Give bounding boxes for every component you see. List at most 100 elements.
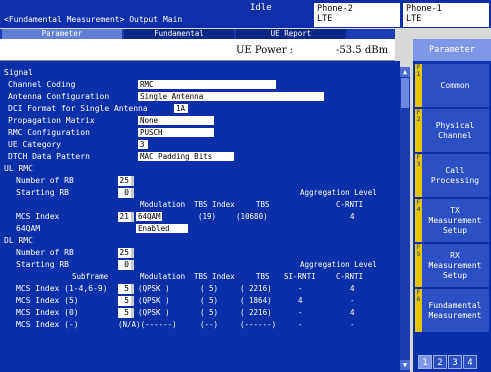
f6-label: Fundamental Measurement [428, 300, 482, 320]
ul-aggregation-label: Aggregation Level [300, 188, 377, 197]
dl-mcs-row-tbs-index: ( 5) [200, 308, 219, 317]
dl-mcs-row-modulation: (QPSK ) [138, 296, 170, 305]
f6-key-tab: F 6 [415, 289, 422, 332]
f4-tx-measurement-button[interactable]: F 4 TX Measurement Setup [415, 199, 489, 242]
scrollbar-thumb[interactable] [401, 78, 409, 108]
ul-mcs-index-label: MCS Index [16, 212, 60, 221]
tab-fundamental[interactable]: Fundamental [124, 29, 234, 39]
ue-category-field[interactable]: 3 [138, 140, 148, 149]
ul-col-tbs: TBS [256, 200, 270, 209]
ul-col-modulation: Modulation [140, 200, 186, 209]
f5-rx-measurement-button[interactable]: F 5 RX Measurement Setup [415, 244, 489, 287]
dl-num-rb-label: Number of RB [16, 248, 74, 257]
ue-power-label: UE Power : [236, 45, 294, 56]
f6-fundamental-measurement-button[interactable]: F 6 Fundamental Measurement [415, 289, 489, 332]
page-4-button[interactable]: 4 [463, 355, 477, 369]
ul-tbs-index-value: (19) [198, 212, 217, 221]
signal-header: Signal [4, 68, 33, 77]
dl-aggregation-label: Aggregation Level [300, 260, 377, 269]
page-1-button[interactable]: 1 [418, 355, 432, 369]
vertical-scrollbar[interactable] [400, 67, 410, 372]
tab-parameter[interactable]: Parameter [2, 29, 122, 39]
dl-mcs-row-label: MCS Index (0) [16, 308, 79, 317]
f2-physical-channel-button[interactable]: F 2 Physical Channel [415, 109, 489, 152]
ul-num-rb-field[interactable]: 25 [118, 176, 134, 186]
dl-num-rb-field[interactable]: 25 [118, 248, 134, 258]
ul-tbs-value: (10680) [236, 212, 268, 221]
dl-mcs-row-field[interactable]: 5 [118, 296, 134, 306]
phone-1-indicator[interactable]: Phone-1 LTE [403, 3, 489, 27]
tab-ue-report[interactable]: UE Report [236, 29, 346, 39]
phone-1-name: Phone-1 [406, 4, 442, 14]
ue-category-label: UE Category [8, 140, 61, 149]
f1-key-tab: F 1 [415, 64, 422, 107]
dl-mcs-row-si-rnti: 4 [298, 296, 303, 305]
dl-mcs-row-field[interactable]: 5 [118, 308, 134, 318]
phone-2-name: Phone-2 [317, 4, 353, 14]
dl-mcs-row-tbs-index: ( 5) [200, 284, 219, 293]
ue-power-value: -53.5 dBm [336, 45, 389, 56]
f3-label: Call Processing [430, 165, 480, 185]
dl-mcs-row-tbs: ( 2216) [240, 308, 272, 317]
f2-key-tab: F 2 [415, 109, 422, 152]
ul-64qam-field[interactable]: Enabled [136, 224, 188, 233]
rmc-configuration-label: RMC Configuration [8, 128, 90, 137]
dl-mcs-row-modulation: (QPSK ) [138, 284, 170, 293]
scroll-up-arrow-icon[interactable]: ▲ [400, 67, 410, 77]
page-2-button[interactable]: 2 [433, 355, 447, 369]
dl-mcs-row-si-rnti: - [298, 284, 303, 293]
dl-mcs-row-si-rnti: - [298, 320, 303, 329]
screen-title: <Fundamental Measurement> Output Main [4, 15, 183, 24]
dl-mcs-row-c-rnti: 4 [350, 308, 355, 317]
f2-label: Physical Channel [435, 120, 475, 140]
dl-mcs-row-si-rnti: - [298, 308, 303, 317]
ul-c-rnti-value: 4 [350, 212, 355, 221]
dtch-data-pattern-label: DTCH Data Pattern [8, 152, 90, 161]
ul-col-c-rnti: C-RNTI [336, 200, 364, 209]
antenna-config-field[interactable]: Single Antenna [138, 92, 324, 101]
ul-starting-rb-field[interactable]: 0 [118, 188, 134, 198]
f3-key-tab: F 3 [415, 154, 422, 197]
status-text: Idle [250, 3, 272, 13]
ul-starting-rb-label: Starting RB [16, 188, 69, 197]
f4-label: TX Measurement Setup [428, 205, 482, 235]
ul-modulation-value: 64QAM [136, 212, 162, 221]
phone-2-indicator[interactable]: Phone-2 LTE [314, 3, 400, 27]
propagation-matrix-field[interactable]: None [138, 116, 214, 125]
dl-col-si-rnti: SI-RNTI [284, 272, 316, 281]
dl-mcs-row-modulation: (QPSK ) [138, 308, 170, 317]
dl-mcs-row-tbs: ( 2216) [240, 284, 272, 293]
channel-coding-label: Channel Coding [8, 80, 76, 89]
f5-label: RX Measurement Setup [428, 250, 482, 280]
propagation-matrix-label: Propagation Matrix [8, 116, 95, 125]
ul-rmc-header: UL RMC [4, 164, 33, 173]
dl-col-modulation: Modulation [140, 272, 186, 281]
function-panel-title: Parameter [413, 39, 491, 61]
dl-starting-rb-label: Starting RB [16, 260, 69, 269]
dl-mcs-row-modulation: (N/A)(------) [118, 320, 177, 329]
dl-starting-rb-field[interactable]: 0 [118, 260, 134, 270]
dl-mcs-row-tbs: (------) [240, 320, 277, 329]
dci-format-field[interactable]: 1A [174, 104, 188, 113]
f1-label: Common [440, 80, 470, 90]
ul-num-rb-label: Number of RB [16, 176, 74, 185]
dl-mcs-row-label: MCS Index (5) [16, 296, 79, 305]
f1-common-button[interactable]: F 1 Common [415, 64, 489, 107]
dtch-data-pattern-field[interactable]: MAC Padding Bits [138, 152, 234, 161]
ul-64qam-label: 64QAM [16, 224, 41, 233]
phone-2-mode: LTE [317, 14, 333, 24]
dl-col-c-rnti: C-RNTI [336, 272, 364, 281]
channel-coding-field[interactable]: RMC [138, 80, 276, 89]
scroll-down-arrow-icon[interactable]: ▼ [400, 360, 410, 370]
phone-1-mode: LTE [406, 14, 422, 24]
dl-mcs-row-field[interactable]: 5 [118, 284, 134, 294]
dl-col-tbs-index: TBS Index [194, 272, 235, 281]
ul-mcs-index-field[interactable]: 21 [118, 212, 134, 222]
ul-col-tbs-index: TBS Index [194, 200, 235, 209]
dl-col-tbs: TBS [256, 272, 270, 281]
dl-mcs-row-tbs-index: (--) [200, 320, 219, 329]
dl-mcs-row-tbs-index: ( 5) [200, 296, 219, 305]
page-3-button[interactable]: 3 [448, 355, 462, 369]
rmc-configuration-field[interactable]: PUSCH [138, 128, 214, 137]
f3-call-processing-button[interactable]: F 3 Call Processing [415, 154, 489, 197]
